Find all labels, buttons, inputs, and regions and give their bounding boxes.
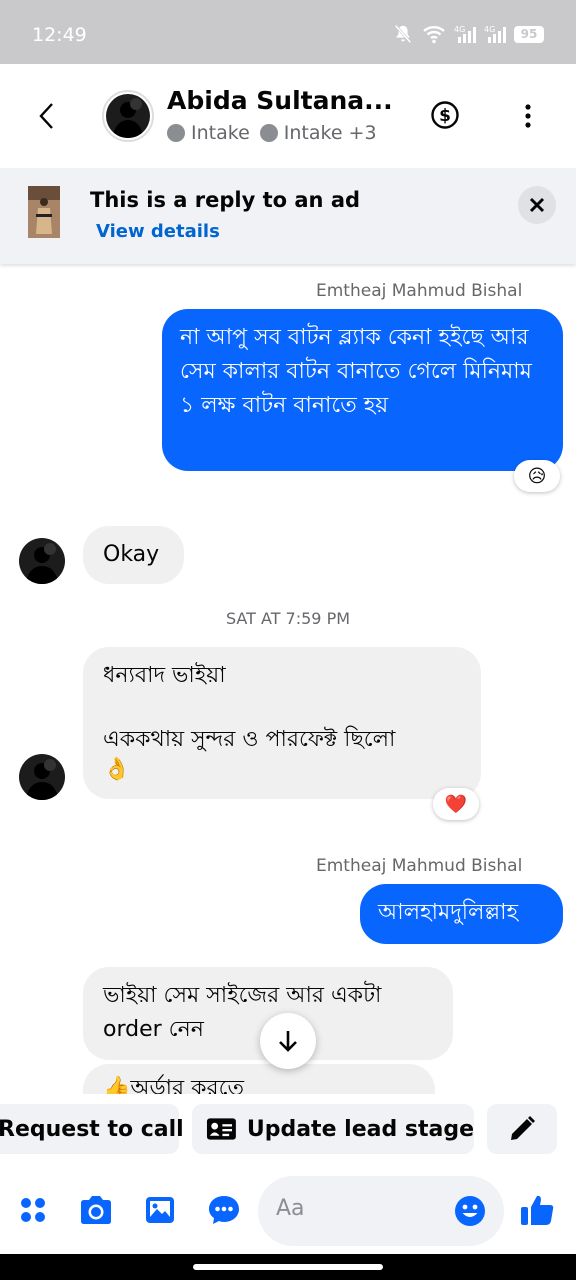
label-dot bbox=[259, 124, 278, 142]
payment-button[interactable]: $ bbox=[430, 100, 460, 130]
svg-text:4G: 4G bbox=[454, 25, 465, 34]
label-dot bbox=[167, 124, 185, 142]
camera-icon bbox=[81, 1196, 111, 1224]
request-call-label: Request to call bbox=[0, 1116, 184, 1142]
message-clip: 👍অর্ডার করতে bbox=[83, 1064, 435, 1094]
action-chips: Request to call Update lead stage bbox=[0, 1104, 576, 1154]
battery-indicator: 95 bbox=[514, 25, 544, 43]
message-composer: Aa bbox=[0, 1168, 576, 1256]
status-icons: 4G 4G 95 bbox=[392, 22, 544, 46]
message-reaction[interactable]: 😥 bbox=[514, 460, 560, 492]
signal-4g-icon: 4G bbox=[454, 25, 476, 43]
contact-labels[interactable]: Intake Intake +3 bbox=[167, 122, 377, 144]
quick-reply-button[interactable] bbox=[204, 1190, 244, 1230]
sender-name: Emtheaj Mahmud Bishal bbox=[316, 281, 523, 301]
message-line: ভাইয়া সেম সাইজের আর একটা bbox=[103, 983, 382, 1008]
camera-button[interactable] bbox=[76, 1190, 116, 1230]
sender-name: Emtheaj Mahmud Bishal bbox=[316, 856, 523, 876]
edit-button[interactable] bbox=[487, 1104, 557, 1154]
pencil-icon bbox=[511, 1116, 535, 1140]
ad-reply-banner: This is a reply to an ad View details bbox=[0, 168, 576, 264]
apps-icon bbox=[21, 1198, 45, 1222]
signal-4g-icon-2: 4G bbox=[484, 25, 506, 43]
ad-banner-title: This is a reply to an ad bbox=[90, 188, 361, 212]
more-vert-icon bbox=[525, 104, 531, 128]
mute-bell-icon bbox=[394, 24, 412, 44]
more-options-button[interactable] bbox=[518, 102, 538, 132]
conversation-header: Abida Sultana... Intake Intake +3 $ bbox=[0, 64, 576, 168]
svg-text:4G: 4G bbox=[484, 25, 495, 34]
gallery-button[interactable] bbox=[140, 1190, 180, 1230]
sender-avatar[interactable] bbox=[19, 754, 65, 800]
close-icon bbox=[529, 197, 545, 213]
message-line: এককথায় সুন্দর ও পারফেক্ট ছিলো bbox=[103, 727, 396, 752]
contact-card-icon bbox=[206, 1118, 236, 1140]
message-bubble-incoming[interactable]: 👍অর্ডার করতে bbox=[83, 1064, 435, 1094]
wifi-icon bbox=[423, 26, 445, 44]
message-bubble-incoming[interactable]: Okay bbox=[83, 526, 184, 584]
thumbs-up-icon bbox=[521, 1195, 554, 1225]
avatar-image bbox=[106, 94, 150, 138]
update-lead-stage-button[interactable]: Update lead stage bbox=[192, 1104, 474, 1154]
scroll-to-bottom-button[interactable] bbox=[260, 1013, 316, 1069]
like-button[interactable] bbox=[517, 1190, 557, 1230]
message-bubble-outgoing[interactable]: না আপু সব বাটন ব্ল্যাক কেনা হইছে আর সেম … bbox=[162, 309, 563, 471]
chat-bubble-icon bbox=[209, 1196, 239, 1224]
gallery-icon bbox=[146, 1197, 174, 1223]
label-2: Intake bbox=[283, 122, 343, 144]
message-input-placeholder: Aa bbox=[276, 1196, 305, 1221]
arrow-down-icon bbox=[279, 1031, 297, 1052]
smiley-icon bbox=[455, 1196, 485, 1226]
view-details-link[interactable]: View details bbox=[96, 221, 220, 242]
message-reaction[interactable]: ❤️ bbox=[433, 788, 479, 820]
dollar-icon: $ bbox=[431, 101, 459, 129]
update-lead-stage-label: Update lead stage bbox=[246, 1116, 474, 1142]
status-bar: 12:49 4G 4G 95 bbox=[0, 0, 576, 64]
label-1: Intake bbox=[191, 122, 250, 144]
back-button[interactable] bbox=[28, 96, 64, 136]
message-bubble-outgoing[interactable]: আলহামদুলিল্লাহ bbox=[360, 884, 563, 944]
ad-thumbnail[interactable] bbox=[28, 186, 60, 238]
message-timestamp: SAT AT 7:59 PM bbox=[225, 609, 351, 628]
message-bubble-incoming[interactable]: ধন্যবাদ ভাইয়া এককথায় সুন্দর ও পারফেক্ট… bbox=[83, 647, 481, 799]
contact-name[interactable]: Abida Sultana... bbox=[167, 86, 393, 115]
apps-button[interactable] bbox=[13, 1190, 53, 1230]
back-arrow-icon bbox=[39, 103, 53, 129]
message-line: ধন্যবাদ ভাইয়া bbox=[103, 663, 226, 688]
status-time: 12:49 bbox=[32, 24, 87, 46]
close-banner-button[interactable] bbox=[518, 186, 556, 224]
contact-avatar[interactable] bbox=[102, 90, 154, 142]
message-emoji: 👌 bbox=[103, 757, 131, 782]
more-labels-count: +3 bbox=[348, 122, 377, 144]
svg-text:$: $ bbox=[439, 106, 451, 126]
emoji-button[interactable] bbox=[454, 1195, 486, 1227]
request-call-button[interactable]: Request to call bbox=[0, 1104, 184, 1154]
home-gesture-handle[interactable] bbox=[193, 1264, 383, 1270]
sender-avatar[interactable] bbox=[19, 538, 65, 584]
message-input[interactable]: Aa bbox=[258, 1176, 504, 1246]
system-nav-bar bbox=[0, 1254, 576, 1280]
